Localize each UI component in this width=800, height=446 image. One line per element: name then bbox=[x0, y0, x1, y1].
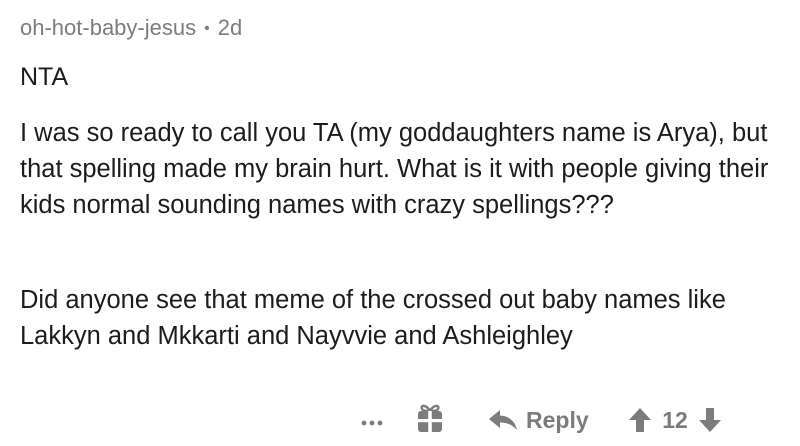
meta-separator: • bbox=[204, 20, 210, 37]
reply-label: Reply bbox=[526, 406, 589, 433]
downvote-arrow-icon[interactable] bbox=[698, 407, 722, 433]
reply-button[interactable]: Reply bbox=[488, 400, 589, 440]
author-username[interactable]: oh-hot-baby-jesus bbox=[20, 15, 196, 40]
comment-age[interactable]: 2d bbox=[218, 15, 242, 40]
vote-controls: 12 bbox=[628, 400, 722, 440]
ellipsis-icon bbox=[361, 420, 383, 426]
comment-paragraph: I was so ready to call you TA (my goddau… bbox=[20, 119, 769, 219]
more-options-button[interactable] bbox=[357, 404, 387, 434]
reply-arrow-icon bbox=[489, 410, 517, 430]
gift-icon bbox=[418, 404, 442, 432]
comment-paragraph: Did anyone see that meme of the crossed … bbox=[20, 286, 726, 350]
upvote-arrow-icon[interactable] bbox=[628, 407, 652, 433]
vote-score: 12 bbox=[662, 406, 688, 433]
comment-actions: Reply 12 bbox=[0, 400, 800, 440]
give-award-button[interactable] bbox=[415, 402, 445, 434]
comment-header: oh-hot-baby-jesus • 2d bbox=[20, 14, 242, 43]
comment-verdict: NTA bbox=[20, 63, 69, 91]
